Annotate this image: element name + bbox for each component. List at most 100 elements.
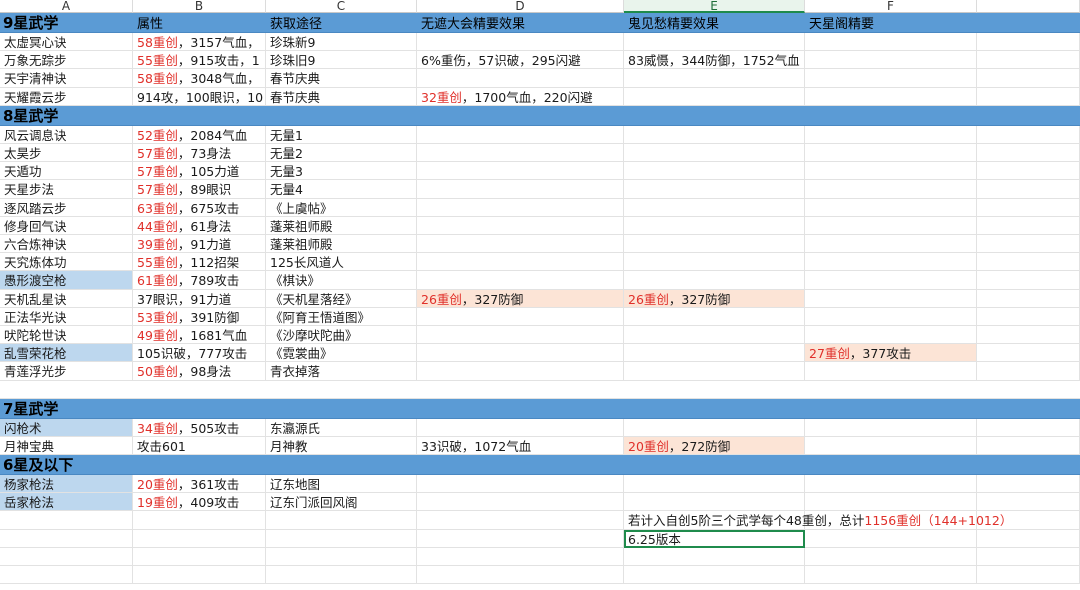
cell-source[interactable]: 蓬莱祖师殿 [266, 235, 417, 253]
cell-tianxing-effect[interactable] [805, 69, 977, 87]
cell-name[interactable]: 天机乱星诀 [0, 289, 133, 307]
cell-tianxing-effect[interactable] [805, 253, 977, 271]
cell-source[interactable]: 无量2 [266, 144, 417, 162]
cell-wuzhe-effect[interactable]: 33识破，1072气血 [417, 436, 624, 454]
cell-attributes[interactable]: 50重创 ，98身法 [133, 362, 266, 380]
spreadsheet-grid[interactable]: A B C D E F 9星武学 属性 获取途径 无遮大会精要效果 鬼见愁精要效果 天星阁精要 太虚冥心… [0, 0, 1080, 590]
cell-empty[interactable] [977, 125, 1080, 143]
column-header-c[interactable]: C [266, 0, 417, 13]
cell-empty[interactable] [977, 162, 1080, 180]
cell-wuzhe-effect[interactable] [417, 33, 624, 51]
cell-source[interactable]: 《霓裳曲》 [266, 344, 417, 362]
cell-guijianchou-effect[interactable] [624, 235, 805, 253]
cell-name[interactable]: 太虚冥心诀 [0, 33, 133, 51]
cell-guijianchou-effect[interactable]: 20重创 ，272防御 [624, 436, 805, 454]
cell-attributes[interactable]: 19重创 ，409攻击 [133, 493, 266, 511]
cell-wuzhe-effect[interactable] [417, 326, 624, 344]
cell-tianxing-effect[interactable] [805, 307, 977, 325]
cell-guijianchou-effect[interactable] [624, 87, 805, 105]
cell-source[interactable]: 春节庆典 [266, 87, 417, 105]
cell-tianxing-effect[interactable] [805, 51, 977, 69]
cell-name[interactable]: 万象无踪步 [0, 51, 133, 69]
cell-attributes[interactable]: 914攻，100眼识，10 [133, 87, 266, 105]
cell-attributes[interactable]: 55重创 ，112招架 [133, 253, 266, 271]
cell-guijianchou-effect[interactable] [624, 198, 805, 216]
cell-source[interactable]: 辽东门派回风阁 [266, 493, 417, 511]
cell-tianxing-effect[interactable] [805, 162, 977, 180]
cell-attributes[interactable]: 61重创 ，789攻击 [133, 271, 266, 289]
cell-name[interactable]: 闪枪术 [0, 418, 133, 436]
cell-version[interactable]: 6.25版本 [624, 529, 805, 547]
cell-guijianchou-effect[interactable] [624, 271, 805, 289]
cell-attributes[interactable]: 58重创 ，3157气血， [133, 33, 266, 51]
cell-empty[interactable] [977, 198, 1080, 216]
cell-name[interactable]: 天宇清神诀 [0, 69, 133, 87]
cell-empty[interactable] [977, 307, 1080, 325]
cell-wuzhe-effect[interactable] [417, 235, 624, 253]
cell-source[interactable]: 辽东地图 [266, 475, 417, 493]
cell-empty[interactable] [805, 547, 977, 565]
cell-tianxing-effect[interactable] [805, 271, 977, 289]
cell-empty[interactable] [0, 566, 133, 584]
cell-empty[interactable] [977, 547, 1080, 565]
cell-guijianchou-effect[interactable] [624, 307, 805, 325]
cell-empty[interactable] [977, 235, 1080, 253]
cell-empty[interactable] [805, 566, 977, 584]
cell-tianxing-effect[interactable] [805, 493, 977, 511]
cell-empty[interactable] [977, 436, 1080, 454]
cell-empty[interactable] [133, 566, 266, 584]
cell-empty[interactable] [977, 326, 1080, 344]
cell-wuzhe-effect[interactable] [417, 216, 624, 234]
cell-tianxing-effect[interactable] [805, 125, 977, 143]
cell-empty[interactable] [0, 547, 133, 565]
cell-attributes[interactable]: 34重创 ，505攻击 [133, 418, 266, 436]
cell-attributes[interactable]: 37眼识，91力道 [133, 289, 266, 307]
cell-empty[interactable] [133, 511, 266, 529]
cell-name[interactable]: 修身回气诀 [0, 216, 133, 234]
cell-tianxing-effect[interactable]: 27重创 ，377攻击 [805, 344, 977, 362]
cell-empty[interactable] [133, 547, 266, 565]
cell-tianxing-effect[interactable] [805, 87, 977, 105]
cell-wuzhe-effect[interactable] [417, 198, 624, 216]
cell-tianxing-effect[interactable] [805, 418, 977, 436]
cell-empty[interactable] [417, 547, 624, 565]
cell-empty[interactable] [417, 566, 624, 584]
cell-source[interactable]: 珍珠旧9 [266, 51, 417, 69]
cell-empty[interactable] [0, 511, 133, 529]
cell-wuzhe-effect[interactable]: 32重创 ，1700气血，220闪避 [417, 87, 624, 105]
cell-source[interactable]: 无量3 [266, 162, 417, 180]
cell-empty[interactable] [977, 271, 1080, 289]
cell-guijianchou-effect[interactable] [624, 326, 805, 344]
cell-empty[interactable] [977, 69, 1080, 87]
cell-tianxing-effect[interactable] [805, 235, 977, 253]
cell-wuzhe-effect[interactable]: 26重创 ，327防御 [417, 289, 624, 307]
cell-empty[interactable] [977, 51, 1080, 69]
column-header-d[interactable]: D [417, 0, 624, 13]
cell-attributes[interactable]: 105识破，777攻击 [133, 344, 266, 362]
cell-empty[interactable] [977, 529, 1080, 547]
cell-wuzhe-effect[interactable] [417, 493, 624, 511]
cell-empty[interactable] [624, 566, 805, 584]
cell-guijianchou-effect[interactable] [624, 162, 805, 180]
cell-empty[interactable] [977, 418, 1080, 436]
cell-attributes[interactable]: 44重创 ，61身法 [133, 216, 266, 234]
cell-tianxing-effect[interactable] [805, 198, 977, 216]
cell-source[interactable]: 125长风道人 [266, 253, 417, 271]
cell-wuzhe-effect[interactable]: 6%重伤，57识破，295闪避 [417, 51, 624, 69]
cell-wuzhe-effect[interactable] [417, 180, 624, 198]
cell-source[interactable]: 《阿育王悟道图》 [266, 307, 417, 325]
cell-name[interactable]: 天星步法 [0, 180, 133, 198]
cell-empty[interactable] [977, 493, 1080, 511]
cell-empty[interactable] [977, 289, 1080, 307]
cell-guijianchou-effect[interactable] [624, 418, 805, 436]
cell-empty[interactable] [977, 362, 1080, 380]
cell-attributes[interactable]: 57重创 ，73身法 [133, 144, 266, 162]
cell-tianxing-effect[interactable] [805, 180, 977, 198]
cell-attributes[interactable]: 39重创 ，91力道 [133, 235, 266, 253]
cell-empty[interactable] [977, 180, 1080, 198]
cell-guijianchou-effect[interactable]: 26重创 ，327防御 [624, 289, 805, 307]
cell-attributes[interactable]: 攻击601 [133, 436, 266, 454]
column-header-g[interactable] [977, 0, 1080, 13]
cell-name[interactable]: 月神宝典 [0, 436, 133, 454]
cell-name[interactable]: 杨家枪法 [0, 475, 133, 493]
